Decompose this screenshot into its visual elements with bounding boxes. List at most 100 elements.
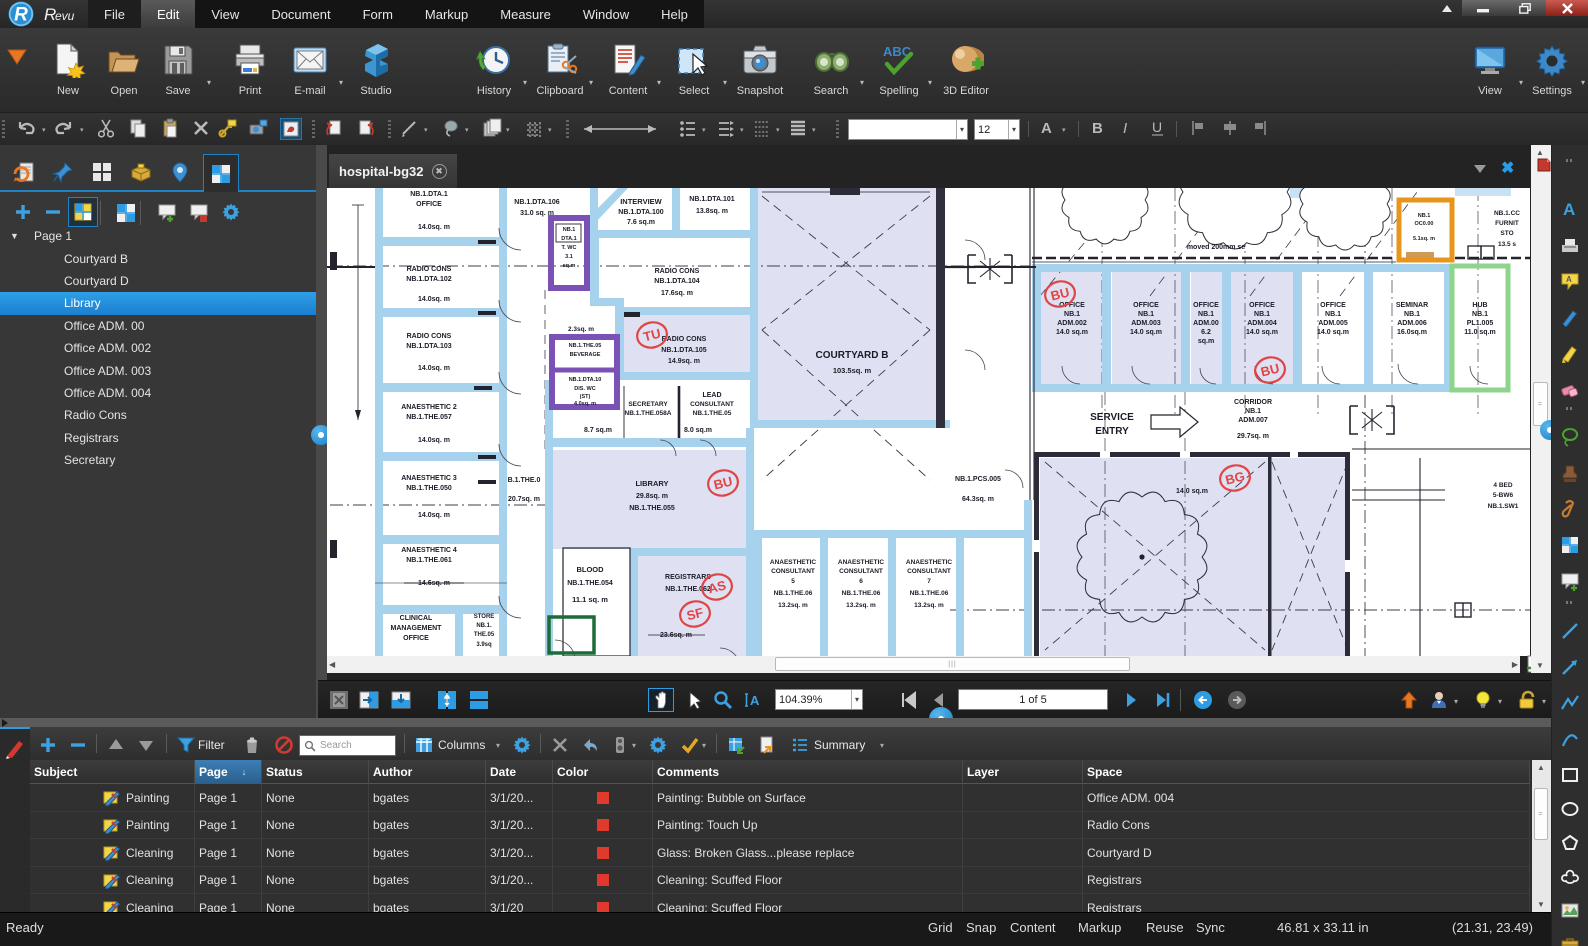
splitter-expand-icon[interactable]: [2, 719, 8, 727]
redo-icon[interactable]: [54, 118, 76, 140]
profile-dropdown-icon[interactable]: ▾: [1454, 697, 1458, 706]
add-space-button[interactable]: [8, 197, 38, 227]
settings-button[interactable]: Settings: [1524, 39, 1580, 97]
history-dropdown-icon[interactable]: ▾: [523, 78, 527, 87]
markup-tool-rect-button[interactable]: [1556, 761, 1584, 789]
combo-dropdown-icon[interactable]: ▾: [1007, 120, 1016, 139]
add-markup-button[interactable]: [36, 733, 60, 757]
save-button[interactable]: Save: [150, 39, 206, 97]
search-dropdown-icon[interactable]: ▾: [860, 78, 864, 87]
flag-button[interactable]: [1396, 688, 1422, 712]
status-toggle-grid[interactable]: Grid: [928, 920, 953, 935]
markup-tool-text-button[interactable]: A: [1556, 195, 1584, 223]
h-scroll-thumb[interactable]: |||: [775, 657, 1130, 671]
first-page-button[interactable]: [896, 688, 922, 712]
delete-icon[interactable]: [191, 118, 213, 140]
tree-item-courtyard-d[interactable]: Courtyard D: [0, 270, 316, 292]
tree-item-office-adm-003[interactable]: Office ADM. 003: [0, 359, 316, 381]
checkmark-button[interactable]: [678, 733, 702, 757]
attach-panel-right-button[interactable]: [356, 688, 382, 712]
dimension-line-icon[interactable]: [580, 120, 660, 138]
tips-button[interactable]: [1470, 688, 1496, 712]
v-scroll-thumb[interactable]: =: [1533, 382, 1548, 426]
list-bullet-icon[interactable]: [678, 118, 700, 140]
clipboard-button[interactable]: Clipboard: [532, 39, 588, 97]
dropdown-icon[interactable]: ▾: [42, 126, 46, 134]
h-scrollbar[interactable]: ◀ ||| ▶: [327, 656, 1520, 673]
next-page-button[interactable]: [1118, 688, 1144, 712]
markup-scroll-thumb[interactable]: =: [1534, 788, 1548, 840]
next-markup-button[interactable]: [134, 733, 158, 757]
columns-dropdown-icon[interactable]: ▾: [496, 741, 500, 750]
select-tool-button[interactable]: [680, 688, 706, 712]
dropdown-icon[interactable]: ▾: [548, 126, 552, 134]
para-right-icon[interactable]: [1248, 118, 1270, 140]
markup-tool-stamp-button[interactable]: [1556, 459, 1584, 487]
spaces-settings-button[interactable]: [216, 197, 246, 227]
tree-item-courtyard-b[interactable]: Courtyard B: [0, 247, 316, 269]
tree-item-library[interactable]: Library: [0, 292, 316, 315]
flyout-orange-arrow-icon[interactable]: [6, 48, 28, 66]
status-dropdown-icon[interactable]: ▾: [632, 741, 636, 750]
markup-list-panel-icon[interactable]: [4, 737, 26, 759]
document-tab-close-icon[interactable]: ✖: [431, 163, 447, 179]
combo-dropdown-icon[interactable]: ▾: [955, 120, 964, 139]
dropdown-icon[interactable]: ▾: [740, 126, 744, 134]
bold-icon[interactable]: B: [1088, 118, 1110, 140]
close-document-icon[interactable]: ✖: [1501, 158, 1514, 178]
menu-form[interactable]: Form: [347, 0, 409, 28]
zoom-tool-button[interactable]: [710, 688, 736, 712]
panel-tab-file-access[interactable]: [6, 154, 42, 190]
column-header-comments[interactable]: Comments: [653, 760, 963, 784]
markup-tool-note-button[interactable]: A: [1556, 267, 1584, 295]
content-dropdown-icon[interactable]: ▾: [657, 78, 661, 87]
panel-tab-pin[interactable]: [45, 154, 81, 190]
clear-filter-button[interactable]: [272, 733, 296, 757]
markup-settings-button[interactable]: [646, 733, 670, 757]
tab-list-dropdown-icon[interactable]: [1473, 164, 1487, 174]
column-header-author[interactable]: Author: [369, 760, 486, 784]
dropdown-icon[interactable]: ▾: [80, 126, 84, 134]
menu-markup[interactable]: Markup: [409, 0, 484, 28]
font-color-icon[interactable]: A: [1038, 118, 1060, 140]
underline-icon[interactable]: U: [1148, 118, 1170, 140]
column-header-layer[interactable]: Layer: [963, 760, 1083, 784]
markup-scroll-up-arrow[interactable]: ▲: [1537, 763, 1545, 772]
delete-markup-button[interactable]: [66, 733, 90, 757]
view-back-button[interactable]: [1190, 688, 1216, 712]
status-toggle-sync[interactable]: Sync: [1196, 920, 1225, 935]
menu-view[interactable]: View: [195, 0, 255, 28]
clipboard-dropdown-icon[interactable]: ▾: [589, 78, 593, 87]
font-size-combo[interactable]: 12 ▾: [974, 119, 1020, 140]
content-button[interactable]: Content: [600, 39, 656, 97]
dropdown-icon[interactable]: ▾: [776, 126, 780, 134]
document-tab[interactable]: hospital-bg32 ✖: [329, 154, 457, 188]
new-button[interactable]: New: [40, 39, 96, 97]
menu-window[interactable]: Window: [567, 0, 645, 28]
thumbnails-button[interactable]: [326, 688, 352, 712]
lock-button[interactable]: [1514, 688, 1540, 712]
markup-list-tab-icon[interactable]: [1536, 157, 1552, 173]
status-toggle-markup[interactable]: Markup: [1078, 920, 1121, 935]
dropdown-icon[interactable]: ▾: [424, 126, 428, 134]
studio-button[interactable]: Studio: [348, 39, 404, 97]
previous-markup-button[interactable]: [104, 733, 128, 757]
list-arrow-icon[interactable]: [716, 118, 738, 140]
markup-tool-eraser-button[interactable]: [1556, 375, 1584, 403]
column-header-page[interactable]: Page ↓: [195, 760, 262, 784]
tips-dropdown-icon[interactable]: ▾: [1498, 697, 1502, 706]
flag-camera-icon[interactable]: [248, 118, 270, 140]
markup-row[interactable]: Cleaning Page 1 None bgates 3/1/20 Cleaning: …: [30, 894, 1530, 914]
markup-v-scrollbar[interactable]: ▲ = ▼: [1532, 760, 1551, 912]
select-button[interactable]: Select: [666, 39, 722, 97]
menu-help[interactable]: Help: [645, 0, 704, 28]
tree-item-office-adm-004[interactable]: Office ADM. 004: [0, 382, 316, 404]
export-markups-button[interactable]: [756, 733, 780, 757]
panel-tab-tool-chest[interactable]: [123, 154, 159, 190]
markup-tool-polygon-button[interactable]: [1556, 829, 1584, 857]
status-toggle-snap[interactable]: Snap: [966, 920, 996, 935]
print-button[interactable]: Print: [222, 39, 278, 97]
panel-tab-spaces[interactable]: [203, 154, 239, 192]
markup-scroll-down-arrow[interactable]: ▼: [1537, 900, 1545, 909]
summary-dropdown-icon[interactable]: ▾: [880, 741, 884, 750]
